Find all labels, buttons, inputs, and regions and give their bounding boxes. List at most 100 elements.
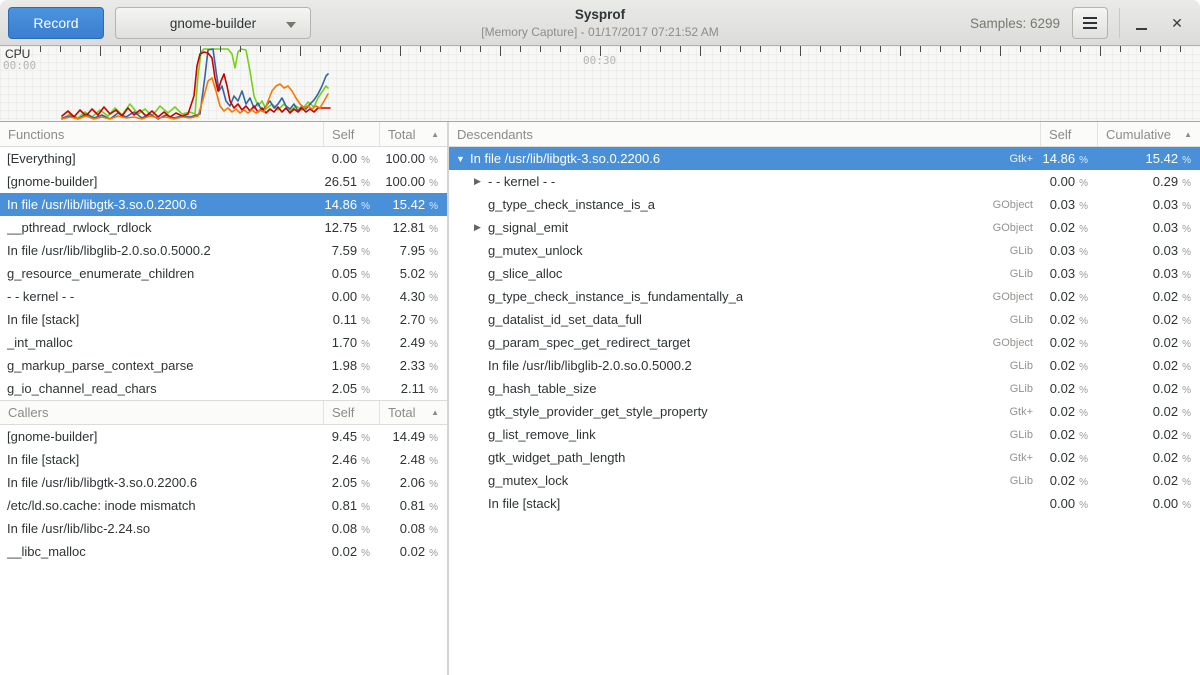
time-label-0: 00:00 — [3, 59, 36, 72]
table-row[interactable]: g_resource_enumerate_children0.05 %5.02 … — [0, 262, 447, 285]
library-badge: Gtk+ — [1009, 153, 1040, 165]
timeline-tick — [900, 46, 901, 56]
self-percent-cell: 2.05 % — [323, 381, 379, 396]
table-row[interactable]: In file /usr/lib/libglib-2.0.so.0.5000.2… — [0, 239, 447, 262]
table-row[interactable]: ▼In file /usr/lib/libgtk-3.so.0.2200.6Gt… — [449, 147, 1200, 170]
descendant-name-cell: g_param_spec_get_redirect_targetGObject — [449, 331, 1040, 354]
callers-self-column-header[interactable]: Self — [323, 401, 379, 424]
table-row[interactable]: g_markup_parse_context_parse1.98 %2.33 % — [0, 354, 447, 377]
descendant-name-cell: In file [stack] — [449, 492, 1040, 515]
callers-total-column-header[interactable]: Total ▲ — [379, 401, 447, 424]
table-row[interactable]: ▶g_signal_emitGObject0.02 %0.03 % — [449, 216, 1200, 239]
expander-open-icon[interactable]: ▼ — [456, 154, 470, 164]
table-row[interactable]: g_slice_allocGLib0.03 %0.03 % — [449, 262, 1200, 285]
timeline-tick — [1100, 46, 1101, 56]
table-row[interactable]: [gnome-builder]9.45 %14.49 % — [0, 425, 447, 448]
descendant-name-cell: g_slice_allocGLib — [449, 262, 1040, 285]
table-row[interactable]: g_mutex_unlockGLib0.03 %0.03 % — [449, 239, 1200, 262]
descendants-self-column-header[interactable]: Self — [1040, 122, 1097, 146]
table-row[interactable]: In file /usr/lib/libglib-2.0.so.0.5000.2… — [449, 354, 1200, 377]
descendants-cumulative-column-header[interactable]: Cumulative ▲ — [1097, 122, 1200, 146]
callers-column-header[interactable]: Callers — [0, 401, 323, 424]
table-row[interactable]: g_io_channel_read_chars2.05 %2.11 % — [0, 377, 447, 400]
table-row[interactable]: [gnome-builder]26.51 %100.00 % — [0, 170, 447, 193]
table-row[interactable]: - - kernel - -0.00 %4.30 % — [0, 285, 447, 308]
timeline-tick — [160, 46, 161, 52]
library-badge: GObject — [993, 199, 1040, 211]
timeline-tick — [200, 46, 201, 56]
self-percent-cell: 0.00 % — [1040, 174, 1097, 189]
self-percent-cell: 2.05 % — [323, 475, 379, 490]
table-row[interactable]: g_list_remove_linkGLib0.02 %0.02 % — [449, 423, 1200, 446]
table-row[interactable]: g_param_spec_get_redirect_targetGObject0… — [449, 331, 1200, 354]
table-row[interactable]: g_type_check_instance_is_aGObject0.03 %0… — [449, 193, 1200, 216]
timeline-tick — [420, 46, 421, 52]
functions-total-column-header[interactable]: Total ▲ — [379, 122, 447, 146]
target-selector-label: gnome-builder — [170, 16, 256, 31]
self-percent-cell: 0.03 % — [1040, 243, 1097, 258]
table-row[interactable]: __libc_malloc0.02 %0.02 % — [0, 540, 447, 563]
table-row[interactable]: In file /usr/lib/libgtk-3.so.0.2200.614.… — [0, 193, 447, 216]
table-row[interactable]: _int_malloc1.70 %2.49 % — [0, 331, 447, 354]
cumulative-percent-cell: 0.02 % — [1097, 427, 1200, 442]
library-badge: Gtk+ — [1009, 406, 1040, 418]
table-row[interactable]: g_mutex_lockGLib0.02 %0.02 % — [449, 469, 1200, 492]
table-row[interactable]: In file [stack]0.11 %2.70 % — [0, 308, 447, 331]
timeline-tick — [340, 46, 341, 52]
table-row[interactable]: gtk_style_provider_get_style_propertyGtk… — [449, 400, 1200, 423]
self-percent-cell: 0.03 % — [1040, 266, 1097, 281]
timeline-tick — [1120, 46, 1121, 52]
table-row[interactable]: In file /usr/lib/libgtk-3.so.0.2200.62.0… — [0, 471, 447, 494]
function-name-cell: In file /usr/lib/libgtk-3.so.0.2200.6 — [0, 471, 323, 494]
functions-column-header[interactable]: Functions — [0, 122, 323, 146]
record-button[interactable]: Record — [8, 7, 104, 39]
menu-button[interactable] — [1072, 7, 1108, 39]
functions-self-column-header[interactable]: Self — [323, 122, 379, 146]
library-badge: Gtk+ — [1009, 452, 1040, 464]
total-percent-cell: 0.02 % — [379, 544, 447, 559]
cpu-timeline-graph[interactable]: CPU 00:00 00:30 — [0, 46, 1200, 122]
table-row[interactable]: In file [stack]0.00 %0.00 % — [449, 492, 1200, 515]
minimize-button[interactable] — [1126, 7, 1156, 39]
right-pane: Descendants Self Cumulative ▲ ▼In file /… — [449, 122, 1200, 675]
table-row[interactable]: g_type_check_instance_is_fundamentally_a… — [449, 285, 1200, 308]
function-name-cell: In file [stack] — [0, 448, 323, 471]
close-button[interactable]: ✕ — [1162, 7, 1192, 39]
target-selector-dropdown[interactable]: gnome-builder — [115, 7, 311, 39]
callers-table-body: [gnome-builder]9.45 %14.49 %In file [sta… — [0, 425, 447, 563]
descendant-name-cell: ▶g_signal_emitGObject — [449, 216, 1040, 239]
self-percent-cell: 14.86 % — [1040, 151, 1097, 166]
table-row[interactable]: In file [stack]2.46 %2.48 % — [0, 448, 447, 471]
expander-closed-icon[interactable]: ▶ — [474, 222, 488, 233]
expander-closed-icon[interactable]: ▶ — [474, 176, 488, 187]
table-row[interactable]: [Everything]0.00 %100.00 % — [0, 147, 447, 170]
table-row[interactable]: __pthread_rwlock_rdlock12.75 %12.81 % — [0, 216, 447, 239]
descendants-column-header[interactable]: Descendants — [449, 122, 1040, 146]
table-row[interactable]: gtk_widget_path_lengthGtk+0.02 %0.02 % — [449, 446, 1200, 469]
timeline-tick — [140, 46, 141, 52]
table-row[interactable]: g_datalist_id_set_data_fullGLib0.02 %0.0… — [449, 308, 1200, 331]
cumulative-percent-cell: 0.29 % — [1097, 174, 1200, 189]
function-name-cell: In file /usr/lib/libc-2.24.so — [0, 517, 323, 540]
total-percent-cell: 15.42 % — [379, 197, 447, 212]
table-row[interactable]: ▶- - kernel - -0.00 %0.29 % — [449, 170, 1200, 193]
total-percent-cell: 2.70 % — [379, 312, 447, 327]
library-badge: GObject — [993, 291, 1040, 303]
total-percent-cell: 2.06 % — [379, 475, 447, 490]
function-name-cell: [gnome-builder] — [0, 425, 323, 448]
cumulative-percent-cell: 0.03 % — [1097, 197, 1200, 212]
sort-ascending-icon: ▲ — [425, 408, 439, 417]
total-percent-cell: 14.49 % — [379, 429, 447, 444]
library-badge: GLib — [1010, 383, 1040, 395]
timeline-tick — [1160, 46, 1161, 52]
self-percent-cell: 0.00 % — [323, 289, 379, 304]
table-row[interactable]: g_hash_table_sizeGLib0.02 %0.02 % — [449, 377, 1200, 400]
table-row[interactable]: /etc/ld.so.cache: inode mismatch0.81 %0.… — [0, 494, 447, 517]
descendants-table-header: Descendants Self Cumulative ▲ — [449, 122, 1200, 147]
library-badge: GLib — [1010, 475, 1040, 487]
table-row[interactable]: In file /usr/lib/libc-2.24.so0.08 %0.08 … — [0, 517, 447, 540]
timeline-tick — [840, 46, 841, 52]
function-name-cell: - - kernel - - — [0, 285, 323, 308]
timeline-tick — [500, 46, 501, 56]
self-percent-cell: 0.00 % — [323, 151, 379, 166]
